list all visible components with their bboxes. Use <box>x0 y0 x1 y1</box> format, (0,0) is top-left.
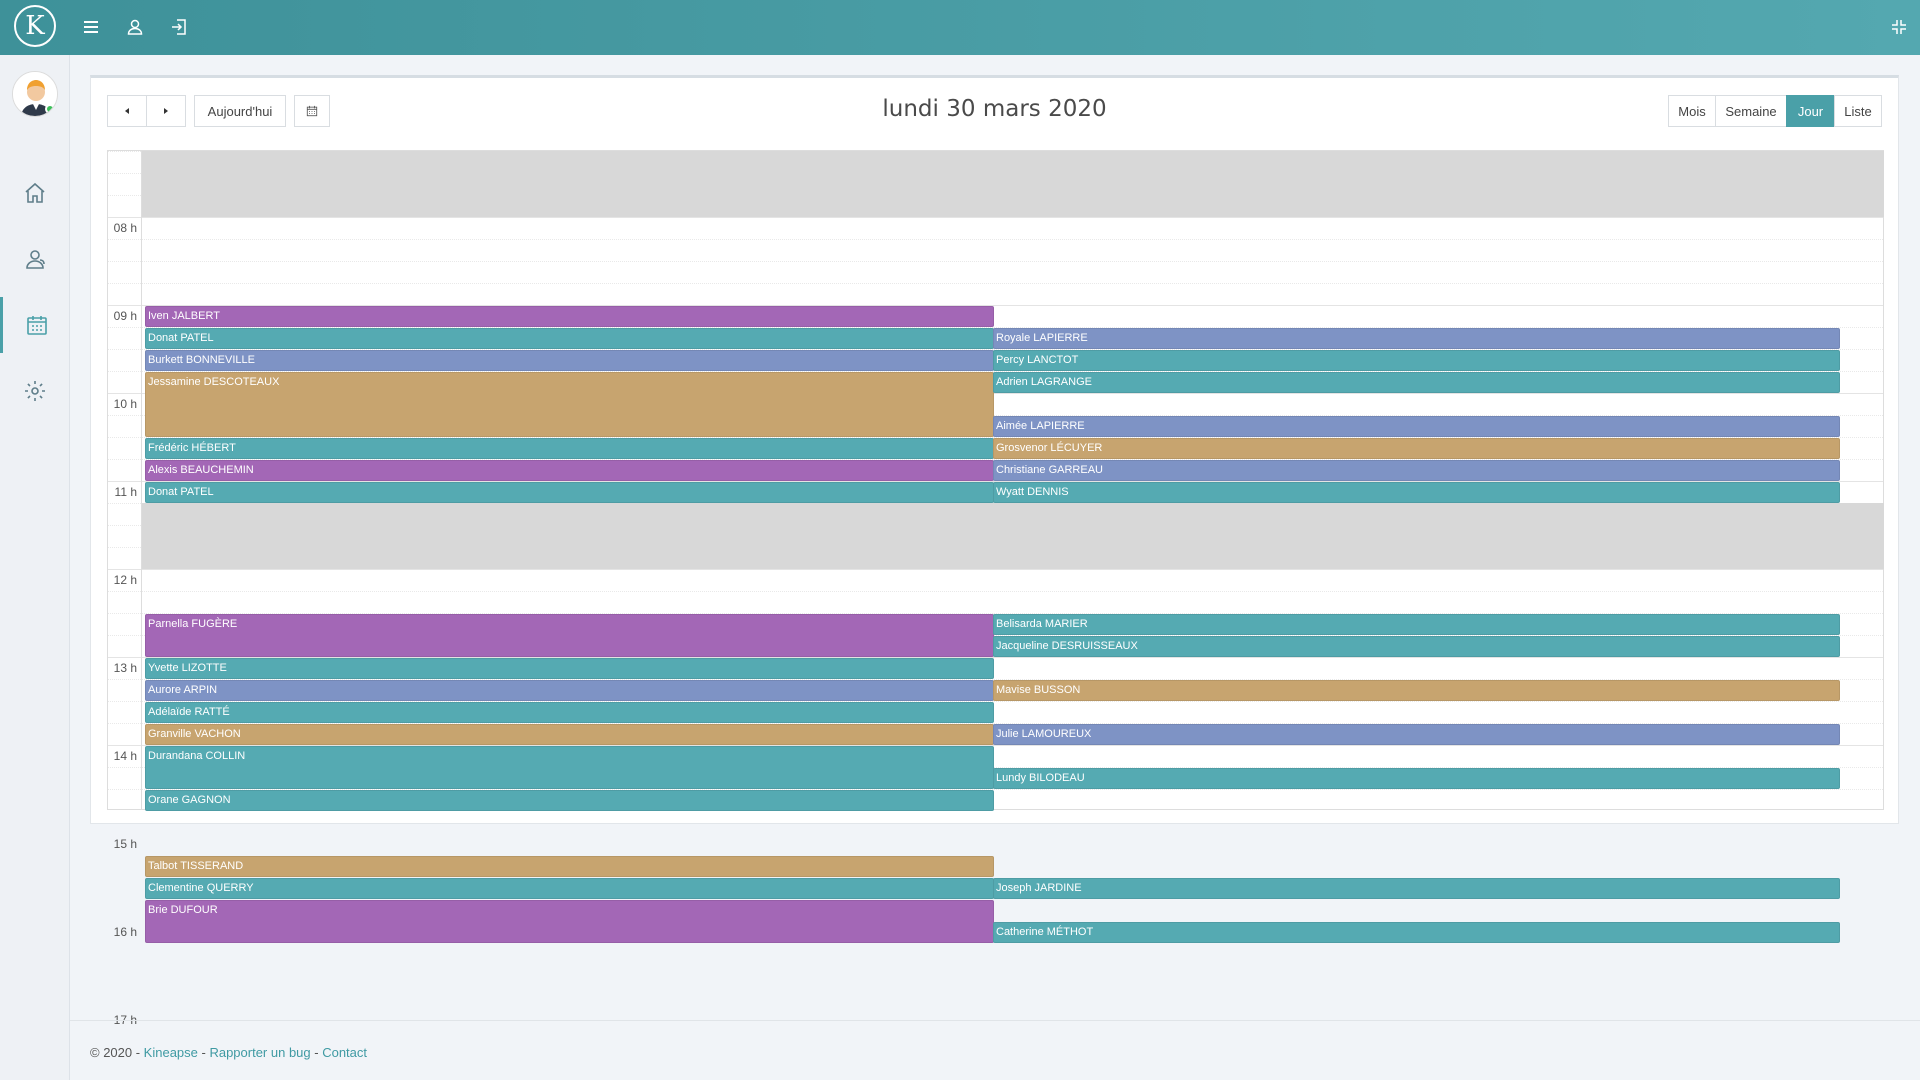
appointment-event[interactable]: Jessamine DESCOTEAUX <box>145 372 994 437</box>
appointment-event[interactable]: Talbot TISSERAND <box>145 856 994 877</box>
time-slot <box>108 261 1883 262</box>
appointment-event[interactable]: Iven JALBERT <box>145 306 994 327</box>
hour-label: 14 h <box>113 749 137 763</box>
time-axis-divider <box>141 151 142 809</box>
compress-icon[interactable] <box>1886 14 1912 40</box>
view-week-button[interactable]: Semaine <box>1715 95 1787 127</box>
footer: © 2020 - Kineapse - Rapporter un bug - C… <box>70 1020 1920 1080</box>
sidebar <box>0 55 70 1080</box>
logout-icon[interactable] <box>166 14 192 40</box>
top-bar: K <box>0 0 1920 55</box>
appointment-event[interactable]: Adrien LAGRANGE <box>993 372 1840 393</box>
avatar[interactable] <box>12 71 58 117</box>
settings-icon[interactable] <box>0 363 70 419</box>
footer-separator: - <box>310 1045 323 1060</box>
time-slot <box>108 569 1883 570</box>
closed-period <box>142 503 1884 569</box>
report-bug-link[interactable]: Rapporter un bug <box>209 1045 310 1060</box>
appointment-event[interactable]: Belisarda MARIER <box>993 614 1840 635</box>
view-month-button[interactable]: Mois <box>1668 95 1716 127</box>
hour-label: 09 h <box>113 309 137 323</box>
appointment-event[interactable]: Wyatt DENNIS <box>993 482 1840 503</box>
hour-label: 11 h <box>114 485 137 499</box>
appointment-event[interactable]: Catherine MÉTHOT <box>993 922 1840 943</box>
time-slot <box>108 217 1883 218</box>
menu-icon[interactable] <box>78 14 104 40</box>
appointment-event[interactable]: Royale LAPIERRE <box>993 328 1840 349</box>
day-grid[interactable]: 08 h 09 h 10 h 11 h 12 h 13 h 14 h 15 h 16 h 17 h… <box>107 150 1884 1027</box>
appointment-event[interactable]: Brie DUFOUR <box>145 900 994 943</box>
calendar-title: lundi 30 mars 2020 <box>882 96 1107 122</box>
view-list-button[interactable]: Liste <box>1834 95 1882 127</box>
appointment-event[interactable]: Donat PATEL <box>145 482 994 503</box>
home-icon[interactable] <box>0 165 70 221</box>
appointment-event[interactable]: Aurore ARPIN <box>145 680 994 701</box>
appointment-event[interactable]: Yvette LIZOTTE <box>145 658 994 679</box>
user-icon[interactable] <box>122 14 148 40</box>
hour-label: 16 h <box>113 925 137 939</box>
calendar-icon[interactable] <box>0 297 70 353</box>
appointment-event[interactable]: Percy LANCTOT <box>993 350 1840 371</box>
appointment-event[interactable]: Durandana COLLIN <box>145 746 994 789</box>
appointment-event[interactable]: Adélaïde RATTÉ <box>145 702 994 723</box>
hour-label: 08 h <box>113 221 137 235</box>
time-slot <box>108 283 1883 284</box>
appointment-event[interactable]: Granville VACHON <box>145 724 994 745</box>
appointment-event[interactable]: Clementine QUERRY <box>145 878 994 899</box>
view-day-button[interactable]: Jour <box>1786 95 1835 127</box>
appointment-event[interactable]: Frédéric HÉBERT <box>145 438 994 459</box>
appointment-event[interactable]: Jacqueline DESRUISSEAUX <box>993 636 1840 657</box>
time-slot <box>108 239 1883 240</box>
patients-icon[interactable] <box>0 231 70 287</box>
time-slot <box>108 591 1883 592</box>
hour-label: 10 h <box>113 397 137 411</box>
copyright-text: © 2020 - <box>90 1045 144 1060</box>
contact-link[interactable]: Contact <box>322 1045 367 1060</box>
appointment-event[interactable]: Burkett BONNEVILLE <box>145 350 994 371</box>
kineapse-link[interactable]: Kineapse <box>144 1045 198 1060</box>
closed-period <box>142 151 1884 217</box>
footer-separator: - <box>197 1045 210 1060</box>
appointment-event[interactable]: Orane GAGNON <box>145 790 994 811</box>
appointment-event[interactable]: Mavise BUSSON <box>993 680 1840 701</box>
hour-label: 12 h <box>113 573 137 587</box>
hour-label: 15 h <box>113 837 137 851</box>
app-logo[interactable]: K <box>14 5 56 47</box>
appointment-event[interactable]: Julie LAMOUREUX <box>993 724 1840 745</box>
online-status-dot <box>45 104 55 114</box>
appointment-event[interactable]: Grosvenor LÉCUYER <box>993 438 1840 459</box>
appointment-event[interactable]: Christiane GARREAU <box>993 460 1840 481</box>
appointment-event[interactable]: Joseph JARDINE <box>993 878 1840 899</box>
calendar-card: Aujourd'hui lundi 30 mars 2020 Mois Sema… <box>90 75 1899 1027</box>
hour-label: 13 h <box>113 661 137 675</box>
appointment-event[interactable]: Aimée LAPIERRE <box>993 416 1840 437</box>
appointment-event[interactable]: Lundy BILODEAU <box>993 768 1840 789</box>
appointment-event[interactable]: Donat PATEL <box>145 328 994 349</box>
appointment-event[interactable]: Parnella FUGÈRE <box>145 614 994 657</box>
appointment-event[interactable]: Alexis BEAUCHEMIN <box>145 460 994 481</box>
